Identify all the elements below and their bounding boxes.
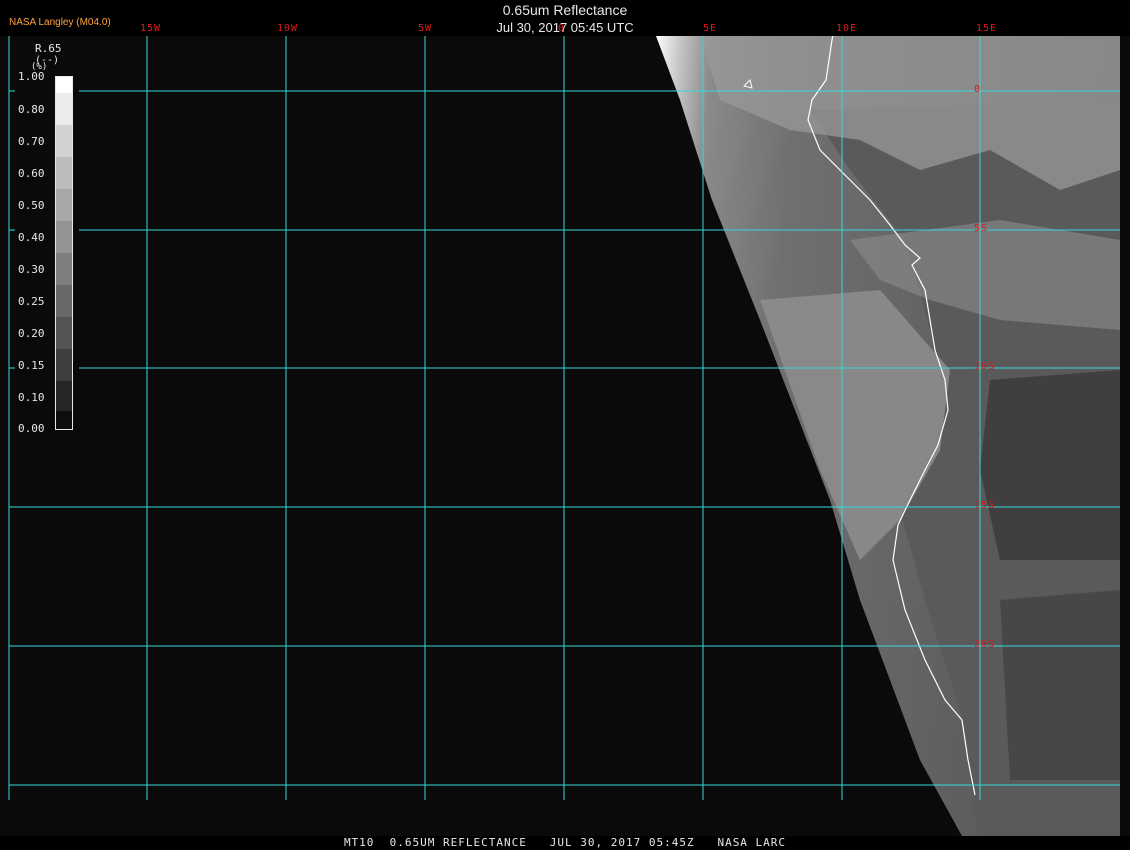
footer-caption: MT10 0.65UM REFLECTANCE JUL 30, 2017 05:… — [343, 836, 787, 849]
lon-label-10w: 10W — [277, 23, 299, 34]
legend-tick: 0.15 — [18, 359, 45, 372]
lat-label-20s: 20S — [974, 639, 996, 650]
colorbar-segment — [56, 285, 72, 317]
lon-label-5e: 5E — [703, 23, 718, 34]
lat-label-5s: 5S — [974, 223, 989, 234]
colorbar-segment — [56, 221, 72, 253]
lon-label-10e: 10E — [836, 23, 858, 34]
legend-tick: 1.00 — [18, 70, 45, 83]
colorbar-segment — [56, 125, 72, 157]
colorbar-segment — [56, 317, 72, 349]
lat-label-0: 0 — [974, 84, 982, 95]
colorbar-segment — [56, 189, 72, 221]
legend-tick: 0.50 — [18, 199, 45, 212]
legend-tick: 0.60 — [18, 167, 45, 180]
header-bar: NASA Langley (M04.0) 0.65um Reflectance … — [0, 0, 1130, 36]
colorbar-segment — [56, 93, 72, 125]
colorbar-segment — [56, 349, 72, 381]
colorbar-segment — [56, 77, 72, 93]
colorbar-segment — [56, 157, 72, 189]
colorbar-segment — [56, 253, 72, 285]
lon-label-15e: 15E — [976, 23, 998, 34]
image-title: 0.65um Reflectance — [502, 2, 628, 18]
legend-tick: 0.40 — [18, 231, 45, 244]
legend-tick: 0.00 — [18, 422, 45, 435]
lat-label-10s: 10S — [974, 361, 996, 372]
lon-label-15w: 15W — [140, 23, 162, 34]
legend-tick: 0.10 — [18, 391, 45, 404]
legend-colorbar — [55, 76, 73, 430]
legend-tick: 0.80 — [18, 103, 45, 116]
dark-interior — [980, 370, 1120, 560]
lat-label-15s: 15S — [974, 500, 996, 511]
colorbar-segment — [56, 381, 72, 411]
lon-label-5w: 5W — [418, 23, 433, 34]
color-legend: R.65 (--) (%) 1.00 0.80 0.70 0.60 0.50 0… — [15, 38, 79, 442]
legend-tick: 0.70 — [18, 135, 45, 148]
legend-tick: 0.20 — [18, 327, 45, 340]
legend-tick: 0.30 — [18, 263, 45, 276]
satellite-map — [0, 4, 1130, 850]
dark-interior-south — [1000, 590, 1120, 780]
legend-title: R.65 — [35, 42, 62, 55]
lon-label-0: 0 — [558, 23, 566, 34]
legend-tick: 0.25 — [18, 295, 45, 308]
colorbar-segment — [56, 411, 72, 429]
